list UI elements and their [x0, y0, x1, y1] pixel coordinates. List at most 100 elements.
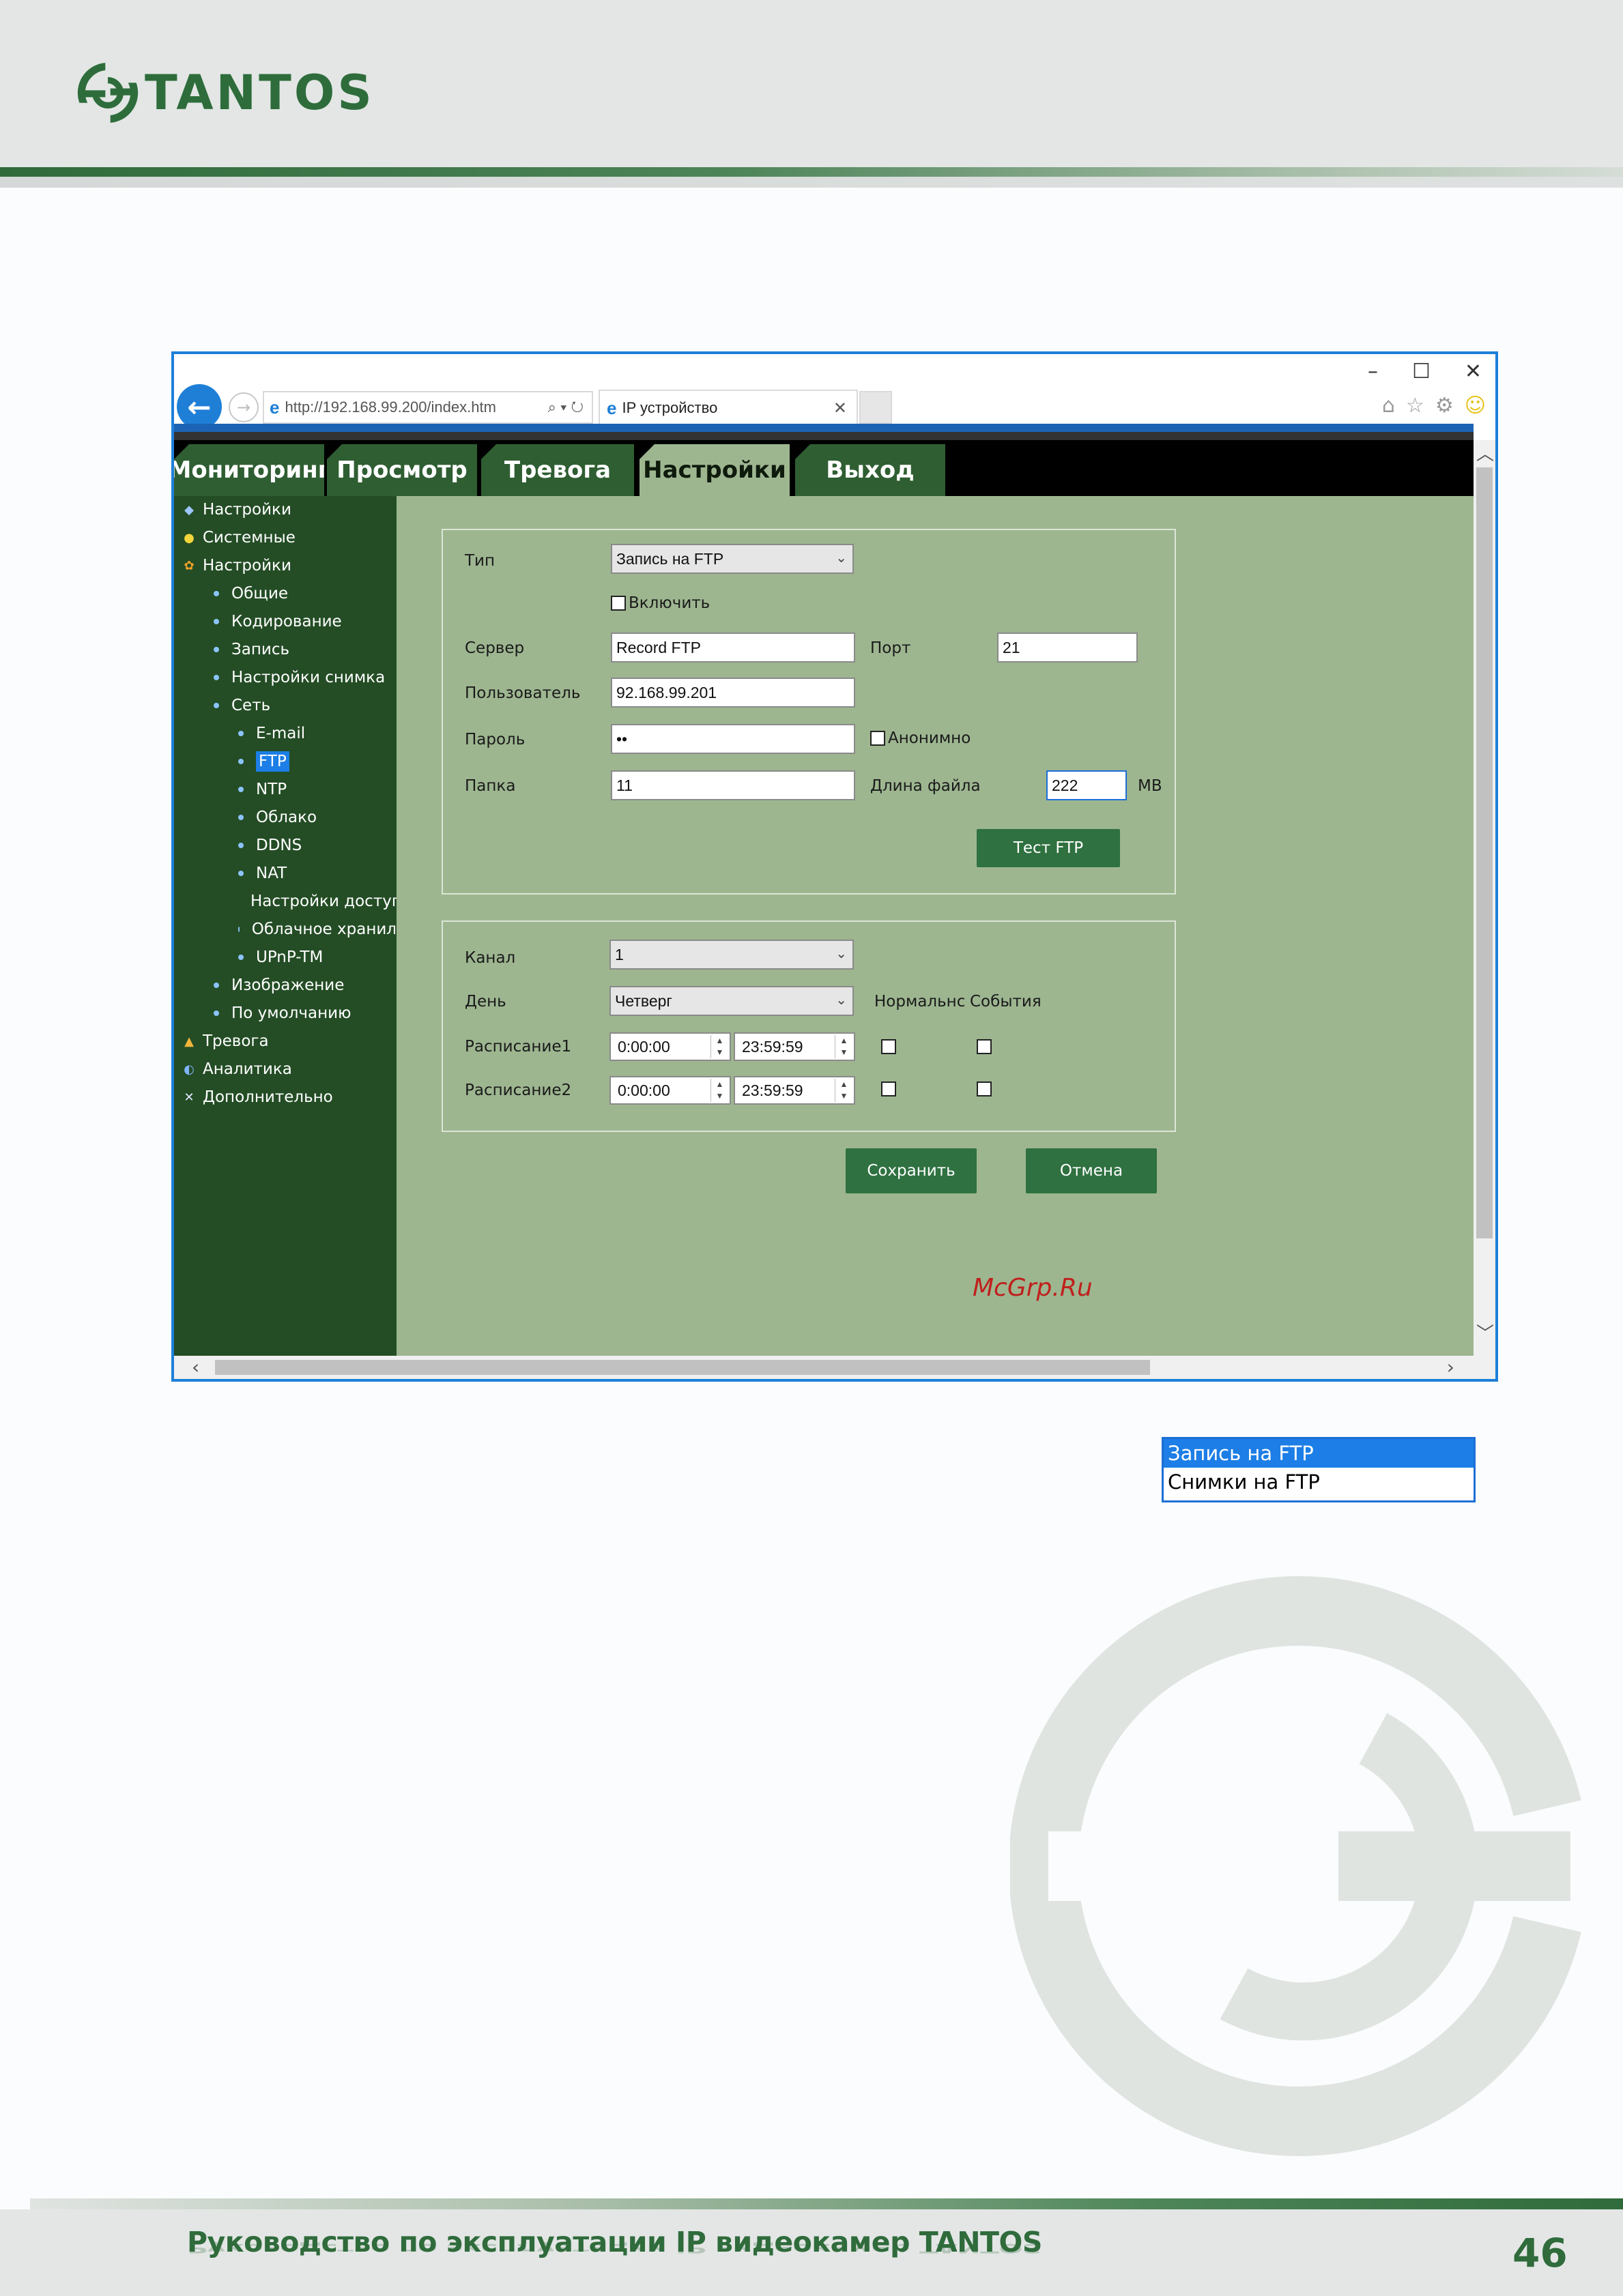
sidebar-item-general[interactable]: Общие [174, 580, 397, 607]
chevron-down-icon[interactable]: ﹀ [1476, 1320, 1494, 1345]
scroll-thumb[interactable] [215, 1360, 1150, 1375]
brand-name: TANTOS [145, 65, 375, 121]
sidebar-item-ntp[interactable]: NTP [174, 776, 397, 803]
schedule-2-end[interactable]: 23:59:59 ▲ ▼ [734, 1076, 855, 1105]
folder-label: Папка [465, 777, 516, 795]
horizontal-scrollbar[interactable]: ‹ › [174, 1356, 1495, 1379]
schedule-1-end[interactable]: 23:59:59 ▲ ▼ [734, 1032, 855, 1061]
save-button[interactable]: Сохранить [846, 1148, 977, 1193]
settings-gear-icon: ✿ [184, 558, 195, 573]
sidebar-item-settings[interactable]: ✿ Настройки [174, 552, 397, 579]
tab-close-icon[interactable]: ✕ [833, 398, 847, 418]
vertical-scrollbar[interactable]: ︿ ﹀ [1474, 440, 1495, 1358]
user-label: Пользователь [465, 684, 581, 702]
sidebar-item-advanced[interactable]: ✕ Дополнительно [174, 1084, 397, 1111]
bell-icon: ▲ [184, 1034, 194, 1049]
tab-alarm[interactable]: Тревога [481, 444, 634, 496]
gear-icon[interactable]: ⚙ [1435, 394, 1454, 418]
sidebar-item-network[interactable]: Сеть [174, 692, 397, 719]
sidebar-item-ddns[interactable]: DDNS [174, 832, 397, 859]
sidebar-item-cloud[interactable]: Облако [174, 804, 397, 831]
schedule-2-events-checkbox[interactable] [977, 1081, 992, 1096]
file-length-unit: MB [1138, 777, 1162, 795]
sidebar-item-upnp[interactable]: UPnP-TM [174, 944, 397, 971]
server-input[interactable]: Record FTP [611, 633, 855, 663]
schedule-1-events-checkbox[interactable] [977, 1039, 992, 1054]
back-arrow-icon[interactable]: ← [177, 384, 222, 429]
search-refresh-icons[interactable]: ⌕ ▾ ↻ [548, 398, 584, 416]
file-length-input[interactable]: 222 [1046, 770, 1127, 800]
chevron-down-icon: ⌄ [835, 946, 847, 961]
sidebar-item-email[interactable]: E-mail [174, 720, 397, 747]
spinner-icon[interactable]: ▲ ▼ [835, 1079, 852, 1102]
bullet-icon [238, 843, 244, 848]
browser-tab[interactable]: e IP устройство ✕ [599, 390, 858, 425]
port-input[interactable]: 21 [997, 633, 1138, 663]
sidebar-item-alarm[interactable]: ▲ Тревога [174, 1028, 397, 1055]
address-bar[interactable]: e http://192.168.99.200/index.htm ⌕ ▾ ↻ [263, 391, 593, 424]
sidebar-item-settings-root[interactable]: ◆ Настройки [174, 496, 397, 523]
schedule-2-normal-checkbox[interactable] [881, 1081, 896, 1096]
type-select[interactable]: Запись на FTP ⌄ [611, 544, 854, 574]
sidebar-item-analytics[interactable]: ◐ Аналитика [174, 1056, 397, 1083]
test-ftp-button[interactable]: Тест FTP [977, 829, 1120, 867]
dropdown-option-snapshot[interactable]: Снимки на FTP [1164, 1468, 1474, 1496]
settings-folder-icon: ◆ [184, 502, 194, 517]
spinner-icon[interactable]: ▲ ▼ [835, 1035, 852, 1058]
sidebar-item-ftp[interactable]: FTP [174, 748, 397, 775]
bullet-icon [238, 871, 244, 876]
enable-label: Включить [629, 594, 710, 612]
sidebar-item-cloud-storage[interactable]: Облачное хранил [174, 916, 397, 943]
channel-select[interactable]: 1 ⌄ [609, 940, 854, 970]
browser-dark-strip [174, 432, 1474, 440]
enable-checkbox[interactable] [611, 596, 626, 611]
sidebar-item-record[interactable]: Запись [174, 636, 397, 663]
dropdown-option-record[interactable]: Запись на FTP [1164, 1439, 1474, 1468]
sidebar-item-default[interactable]: По умолчанию [174, 1000, 397, 1027]
forward-arrow-icon[interactable]: → [229, 392, 259, 422]
home-icon[interactable]: ⌂ [1382, 394, 1395, 418]
schedule-2-start[interactable]: 0:00:00 ▲ ▼ [609, 1076, 731, 1105]
schedule-1-normal-checkbox[interactable] [881, 1039, 896, 1054]
spinner-icon[interactable]: ▲ ▼ [710, 1035, 728, 1058]
sidebar-item-nat[interactable]: NAT [174, 860, 397, 887]
tab-monitoring[interactable]: Мониторинг [174, 444, 324, 496]
anonymous-checkbox[interactable] [870, 731, 885, 746]
events-header: События [970, 993, 1042, 1011]
new-tab-button[interactable] [859, 391, 892, 424]
smiley-icon[interactable]: ☺ [1465, 394, 1486, 418]
sidebar-item-image[interactable]: Изображение [174, 972, 397, 999]
schedule-1-start[interactable]: 0:00:00 ▲ ▼ [609, 1032, 731, 1061]
chevron-left-icon[interactable]: ‹ [192, 1356, 199, 1378]
channel-label: Канал [465, 949, 516, 967]
sidebar-item-access[interactable]: Настройки доступ [174, 888, 397, 915]
header-stripe [0, 167, 1623, 177]
header-stripe-light [0, 177, 1623, 188]
bullet-icon [238, 787, 244, 792]
ie-tab-icon: e [607, 397, 617, 418]
spinner-icon[interactable]: ▲ ▼ [710, 1079, 728, 1102]
minimize-button[interactable]: – [1368, 360, 1378, 383]
address-row: ← → e http://192.168.99.200/index.htm ⌕ … [174, 381, 1495, 429]
scroll-thumb[interactable] [1476, 467, 1493, 1238]
star-icon[interactable]: ☆ [1406, 394, 1424, 418]
tab-view[interactable]: Просмотр [327, 444, 477, 496]
user-input[interactable]: 92.168.99.201 [611, 678, 855, 708]
close-button[interactable]: ✕ [1465, 360, 1482, 383]
sidebar-item-encoding[interactable]: Кодирование [174, 608, 397, 635]
sidebar-item-system[interactable]: ● Системные [174, 524, 397, 551]
schedule-panel: Канал 1 ⌄ День Четверг ⌄ Нормальнс События… [442, 920, 1176, 1132]
tab-settings[interactable]: Настройки [640, 444, 790, 496]
chevron-up-icon[interactable]: ︿ [1476, 440, 1494, 465]
brand-logo: TANTOS [76, 60, 375, 126]
sidebar-item-snapshot[interactable]: Настройки снимка [174, 664, 397, 691]
day-select[interactable]: Четверг ⌄ [609, 986, 854, 1016]
cancel-button[interactable]: Отмена [1026, 1148, 1157, 1193]
folder-input[interactable]: 11 [611, 770, 855, 800]
bullet-icon [238, 955, 244, 960]
chevron-right-icon[interactable]: › [1447, 1356, 1454, 1378]
chevron-down-icon: ⌄ [835, 551, 847, 566]
tab-exit[interactable]: Выход [795, 444, 945, 496]
password-input[interactable]: •• [611, 724, 855, 754]
maximize-button[interactable]: ☐ [1412, 360, 1431, 383]
